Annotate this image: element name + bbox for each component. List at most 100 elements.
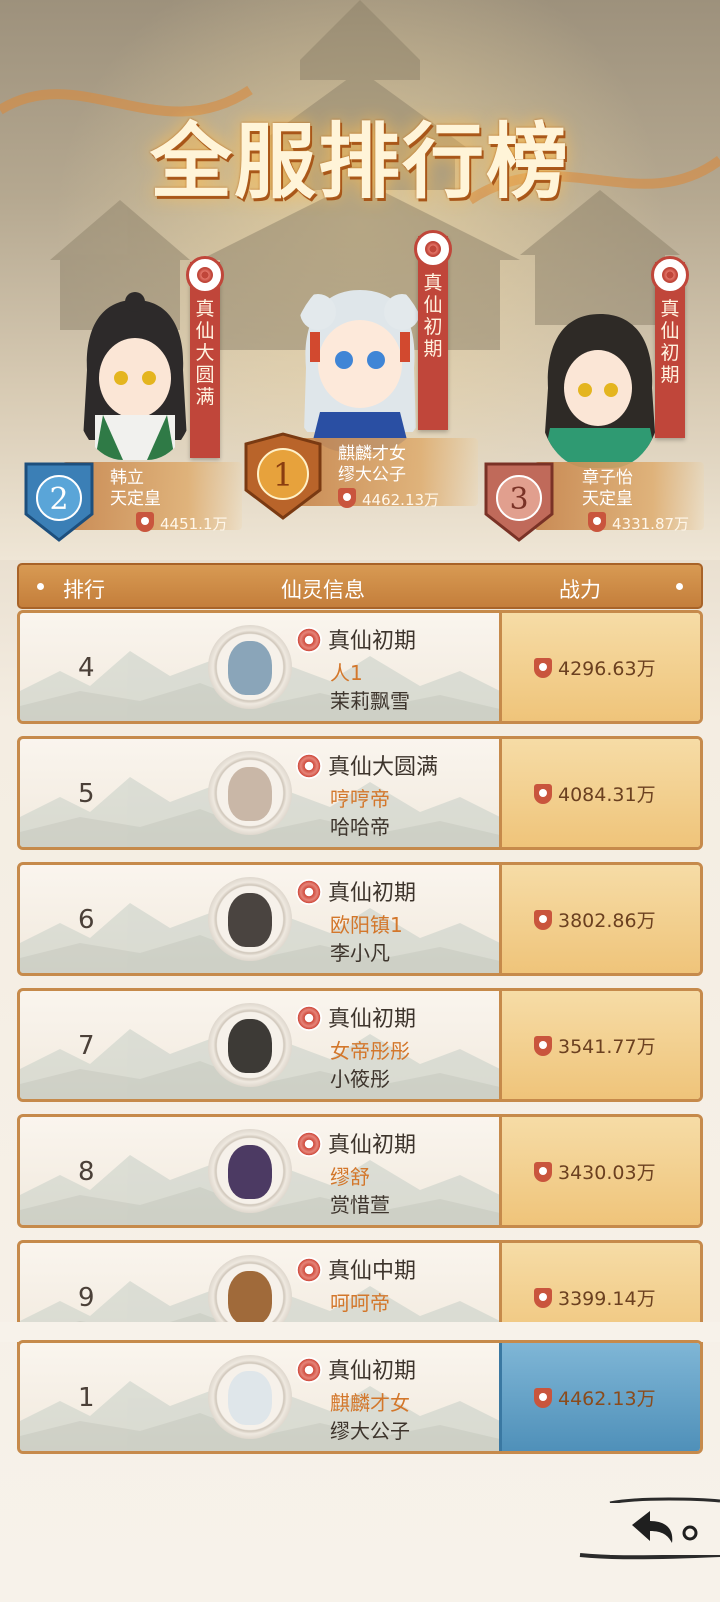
rose-emblem-icon bbox=[651, 256, 689, 294]
rank-3-medal-icon: 3 bbox=[484, 462, 554, 542]
player-name: 缪大公子 bbox=[330, 1419, 410, 1443]
rank-number: 9 bbox=[78, 1283, 95, 1313]
power-value: 3802.86万 bbox=[534, 906, 656, 933]
rose-emblem-icon bbox=[296, 1131, 322, 1157]
realm-label: 真仙初期 bbox=[296, 875, 416, 907]
power-value: 3541.77万 bbox=[534, 1032, 656, 1059]
sect-name: 哼哼帝 bbox=[330, 787, 390, 811]
power-icon bbox=[534, 1036, 552, 1056]
header-info: 仙灵信息 bbox=[281, 578, 365, 602]
avatar[interactable] bbox=[208, 625, 292, 709]
avatar[interactable] bbox=[208, 1003, 292, 1087]
avatar[interactable] bbox=[208, 751, 292, 835]
list-fade bbox=[0, 1322, 720, 1342]
player-name: 小筱彤 bbox=[330, 1067, 390, 1091]
back-button[interactable] bbox=[570, 1495, 720, 1567]
rose-emblem-icon bbox=[296, 1005, 322, 1031]
sect-name: 韩立 bbox=[110, 468, 144, 488]
rank-number: 5 bbox=[78, 779, 95, 809]
rank-number: 8 bbox=[78, 1157, 95, 1187]
rose-emblem-icon bbox=[296, 627, 322, 653]
realm-label: 真仙中期 bbox=[296, 1253, 416, 1285]
realm-label: 真仙初期 bbox=[296, 1127, 416, 1159]
avatar[interactable] bbox=[208, 1355, 292, 1439]
rank-number: 7 bbox=[78, 1031, 95, 1061]
avatar[interactable] bbox=[208, 877, 292, 961]
realm-label: 真仙初期 bbox=[296, 1353, 416, 1385]
rank-number: 1 bbox=[78, 1383, 95, 1413]
leaderboard-header: 排行 仙灵信息 战力 bbox=[17, 563, 703, 609]
sect-name: 人1 bbox=[330, 661, 363, 685]
power-icon bbox=[534, 1388, 552, 1408]
realm-banner: 真仙初期 bbox=[651, 256, 689, 438]
power-value: 3430.03万 bbox=[534, 1158, 656, 1185]
avatar[interactable] bbox=[208, 1129, 292, 1213]
power-cell: 4084.31万 bbox=[499, 739, 700, 847]
power-icon bbox=[534, 1162, 552, 1182]
power-icon bbox=[534, 658, 552, 678]
table-row[interactable]: 5 真仙大圆满 哼哼帝 哈哈帝 4084.31万 bbox=[17, 736, 703, 850]
avatar bbox=[300, 290, 420, 452]
svg-text:2: 2 bbox=[49, 482, 68, 517]
power-value: 4296.63万 bbox=[534, 654, 656, 681]
power-icon bbox=[534, 784, 552, 804]
avatar bbox=[542, 314, 658, 468]
header-dot bbox=[37, 583, 44, 590]
header-dot bbox=[676, 583, 683, 590]
rose-emblem-icon bbox=[296, 753, 322, 779]
player-name: 赏惜萱 bbox=[330, 1193, 390, 1217]
sect-name: 麒麟才女 bbox=[330, 1391, 410, 1415]
rose-emblem-icon bbox=[186, 256, 224, 294]
player-name: 李小凡 bbox=[330, 941, 390, 965]
rank-number: 6 bbox=[78, 905, 95, 935]
realm-banner: 真仙初期 bbox=[414, 230, 452, 430]
power-cell: 3541.77万 bbox=[499, 991, 700, 1099]
rose-emblem-icon bbox=[296, 1257, 322, 1283]
power-icon bbox=[534, 1288, 552, 1308]
power-value: 3399.14万 bbox=[534, 1284, 656, 1311]
podium-plate: 章子怡 天定皇 4331.87万 bbox=[534, 462, 704, 533]
sect-name: 麒麟才女 bbox=[338, 444, 406, 464]
table-row[interactable]: 8 真仙初期缪舒赏惜萱 3430.03万 bbox=[17, 1114, 703, 1228]
realm-label: 真仙大圆满 bbox=[296, 749, 438, 781]
player-name: 天定皇 bbox=[110, 489, 161, 509]
power-cell: 3430.03万 bbox=[499, 1117, 700, 1225]
power-value: 4462.13万 bbox=[534, 1384, 656, 1411]
rank-1-medal-icon: 1 bbox=[244, 432, 322, 520]
sect-name: 女帝彤彤 bbox=[330, 1039, 410, 1063]
rank-2-medal-icon: 2 bbox=[24, 462, 94, 542]
rose-emblem-icon bbox=[296, 1357, 322, 1383]
table-row[interactable]: 6 真仙初期欧阳镇1 李小凡 3802.86万 bbox=[17, 862, 703, 976]
player-name: 天定皇 bbox=[582, 489, 633, 509]
power-icon bbox=[534, 910, 552, 930]
page-title-wrap: 全服排行榜 bbox=[0, 95, 720, 214]
rank-number: 4 bbox=[78, 653, 95, 683]
realm-banner: 真仙大圆满 bbox=[186, 256, 224, 458]
table-row[interactable]: 4 真仙初期人1 茉莉飘雪 4296.63万 bbox=[17, 610, 703, 724]
table-row[interactable]: 7 真仙初期女帝彤彤小筱彤 3541.77万 bbox=[17, 988, 703, 1102]
realm-label: 真仙初期 bbox=[296, 623, 416, 655]
rose-emblem-icon bbox=[296, 879, 322, 905]
sect-name: 欧阳镇1 bbox=[330, 913, 403, 937]
power-icon bbox=[338, 488, 356, 508]
sect-name: 呵呵帝 bbox=[330, 1291, 390, 1315]
svg-text:3: 3 bbox=[509, 482, 528, 517]
player-name: 茉莉飘雪 bbox=[330, 689, 410, 713]
power-cell: 4462.13万 bbox=[499, 1343, 700, 1451]
rose-emblem-icon bbox=[414, 230, 452, 268]
power-value: 4084.31万 bbox=[534, 780, 656, 807]
page-title: 全服排行榜 bbox=[149, 114, 570, 210]
realm-label: 真仙初期 bbox=[296, 1001, 416, 1033]
svg-text:1: 1 bbox=[273, 456, 293, 494]
power-value: 4451.1万 bbox=[110, 512, 242, 534]
power-icon bbox=[136, 512, 154, 532]
my-rank-row[interactable]: 1 真仙初期麒麟才女缪大公子 4462.13万 bbox=[17, 1340, 703, 1454]
power-value: 4462.13万 bbox=[338, 488, 478, 510]
header-power: 战力 bbox=[559, 578, 601, 602]
sect-name: 章子怡 bbox=[582, 468, 633, 488]
sect-name: 缪舒 bbox=[330, 1165, 370, 1189]
power-icon bbox=[588, 512, 606, 532]
power-cell: 4296.63万 bbox=[499, 613, 700, 721]
power-cell: 3802.86万 bbox=[499, 865, 700, 973]
player-name: 缪大公子 bbox=[338, 465, 406, 485]
